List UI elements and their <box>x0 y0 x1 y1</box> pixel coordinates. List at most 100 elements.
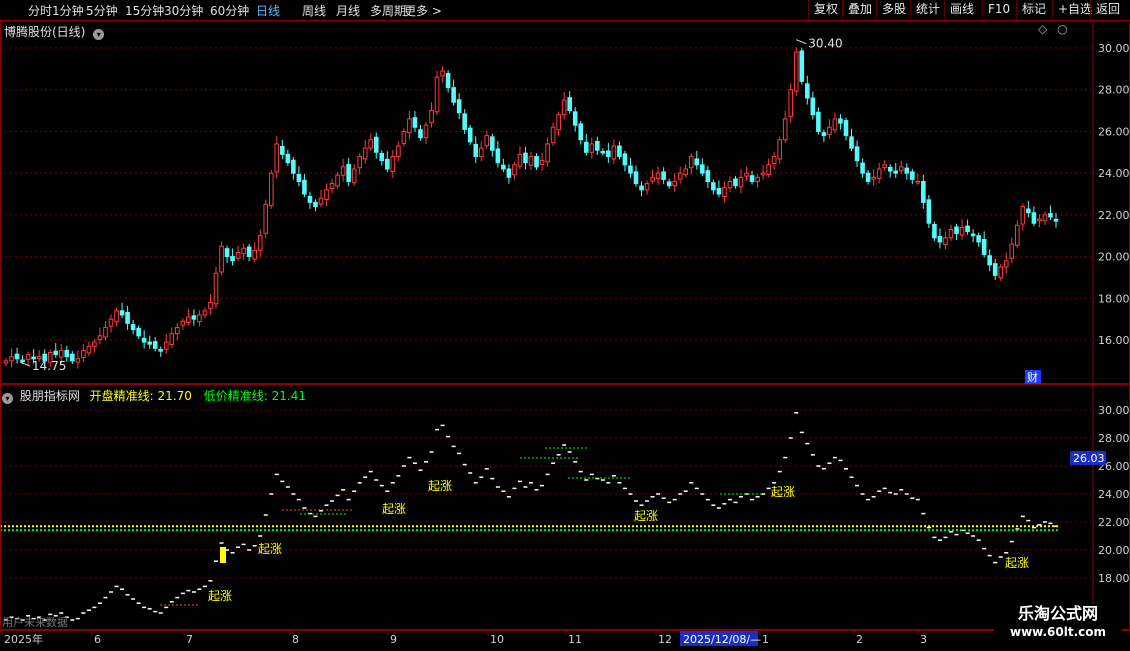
candle-body <box>1048 213 1053 218</box>
candle-body <box>727 180 733 189</box>
indicator-pane <box>0 384 1130 630</box>
candle-body <box>202 310 208 316</box>
candle-body <box>92 341 97 347</box>
candle-body <box>456 99 462 114</box>
candle-body <box>340 166 346 176</box>
candle-body <box>429 110 434 124</box>
candle-body <box>948 228 954 239</box>
candle-body <box>219 245 224 273</box>
candle-body <box>578 123 584 141</box>
price-tick: 28.00 <box>1098 84 1130 97</box>
candle-body <box>423 124 429 139</box>
brand-url: www.60lt.com <box>1009 625 1107 639</box>
candle-body <box>876 168 882 180</box>
candle-body <box>954 226 959 235</box>
candle-body <box>246 246 252 258</box>
candle-body <box>70 353 75 362</box>
candle-body <box>296 173 302 182</box>
candle-body <box>467 127 473 143</box>
candle-body <box>705 170 711 182</box>
candle-body <box>882 164 887 169</box>
candle-body <box>987 255 992 266</box>
candle-body <box>650 176 655 182</box>
candle-body <box>307 196 313 203</box>
candle-body <box>329 183 335 190</box>
candle-body <box>1009 243 1015 259</box>
candle-body <box>943 237 948 245</box>
candle-body <box>147 341 152 345</box>
candle-body <box>412 117 418 128</box>
candle-body <box>517 153 523 167</box>
candle-body <box>351 168 357 184</box>
price-tick: 16.00 <box>1098 334 1130 347</box>
candle-body <box>915 180 921 184</box>
candle-body <box>263 203 269 234</box>
candle-body <box>793 51 799 92</box>
candle-body <box>501 164 506 170</box>
low-line-value: 21.41 <box>271 389 306 403</box>
candle-body <box>1003 260 1009 268</box>
candle-body <box>854 146 860 162</box>
candle-body <box>473 143 479 157</box>
candle-body <box>1053 218 1059 222</box>
price-tick: 18.00 <box>1098 292 1130 305</box>
candle-body <box>921 180 926 203</box>
candle-body <box>14 353 20 360</box>
candle-body <box>9 356 14 362</box>
candle-body <box>75 358 81 363</box>
candle-body <box>716 188 722 195</box>
candle-body <box>550 126 556 144</box>
candle-body <box>186 316 191 323</box>
candle-body <box>561 99 567 116</box>
candle-body <box>771 155 777 165</box>
price-tick: 30.00 <box>1098 42 1130 55</box>
candle-body <box>733 178 738 187</box>
candle-body <box>1042 214 1048 221</box>
candle-body <box>490 136 495 151</box>
candle-body <box>910 171 915 180</box>
candle-body <box>744 172 749 177</box>
candle-body <box>611 145 617 160</box>
candle-body <box>396 145 401 157</box>
candle-body <box>440 70 445 77</box>
brand-logo: 乐淘公式网 www.60lt.com <box>994 604 1122 644</box>
open-line-label: 开盘精准线: <box>89 389 154 403</box>
candle-body <box>119 310 125 316</box>
candle-body <box>81 349 86 359</box>
candle-body <box>191 315 197 320</box>
candle-body <box>545 143 550 163</box>
candle-body <box>506 168 512 178</box>
candle-body <box>799 50 805 82</box>
dropdown-icon[interactable]: ▾ <box>2 393 13 404</box>
candle-body <box>805 83 810 99</box>
candle-body <box>959 226 965 236</box>
finance-badge: 财 <box>1027 370 1038 384</box>
candle-body <box>976 235 981 243</box>
candle-body <box>688 155 694 169</box>
candle-body <box>827 126 832 135</box>
candle-body <box>390 155 396 172</box>
indicator-legend: ▾ 股朋指标网 开盘精准线: 21.70 低价精准线: 21.41 <box>2 387 306 404</box>
candle-body <box>141 337 147 343</box>
candle-body <box>407 118 412 134</box>
candle-body <box>992 263 998 276</box>
candle-body <box>197 314 202 323</box>
candle-body <box>628 165 633 174</box>
candle-body <box>749 175 755 182</box>
high-pointer <box>796 39 807 45</box>
candle-body <box>224 248 230 258</box>
candle-body <box>838 118 843 124</box>
candle-body <box>965 225 970 233</box>
candle-body <box>1031 212 1037 224</box>
candle-body <box>832 118 838 131</box>
candle-body <box>462 113 467 130</box>
price-tick: 20.00 <box>1098 251 1130 264</box>
candle-body <box>280 145 285 155</box>
candle-body <box>213 272 219 305</box>
candle-body <box>346 163 351 182</box>
candle-body <box>268 172 274 207</box>
open-line-value: 21.70 <box>157 389 192 403</box>
candle-body <box>617 145 622 157</box>
candle-body <box>241 247 246 255</box>
candle-body <box>230 256 235 262</box>
